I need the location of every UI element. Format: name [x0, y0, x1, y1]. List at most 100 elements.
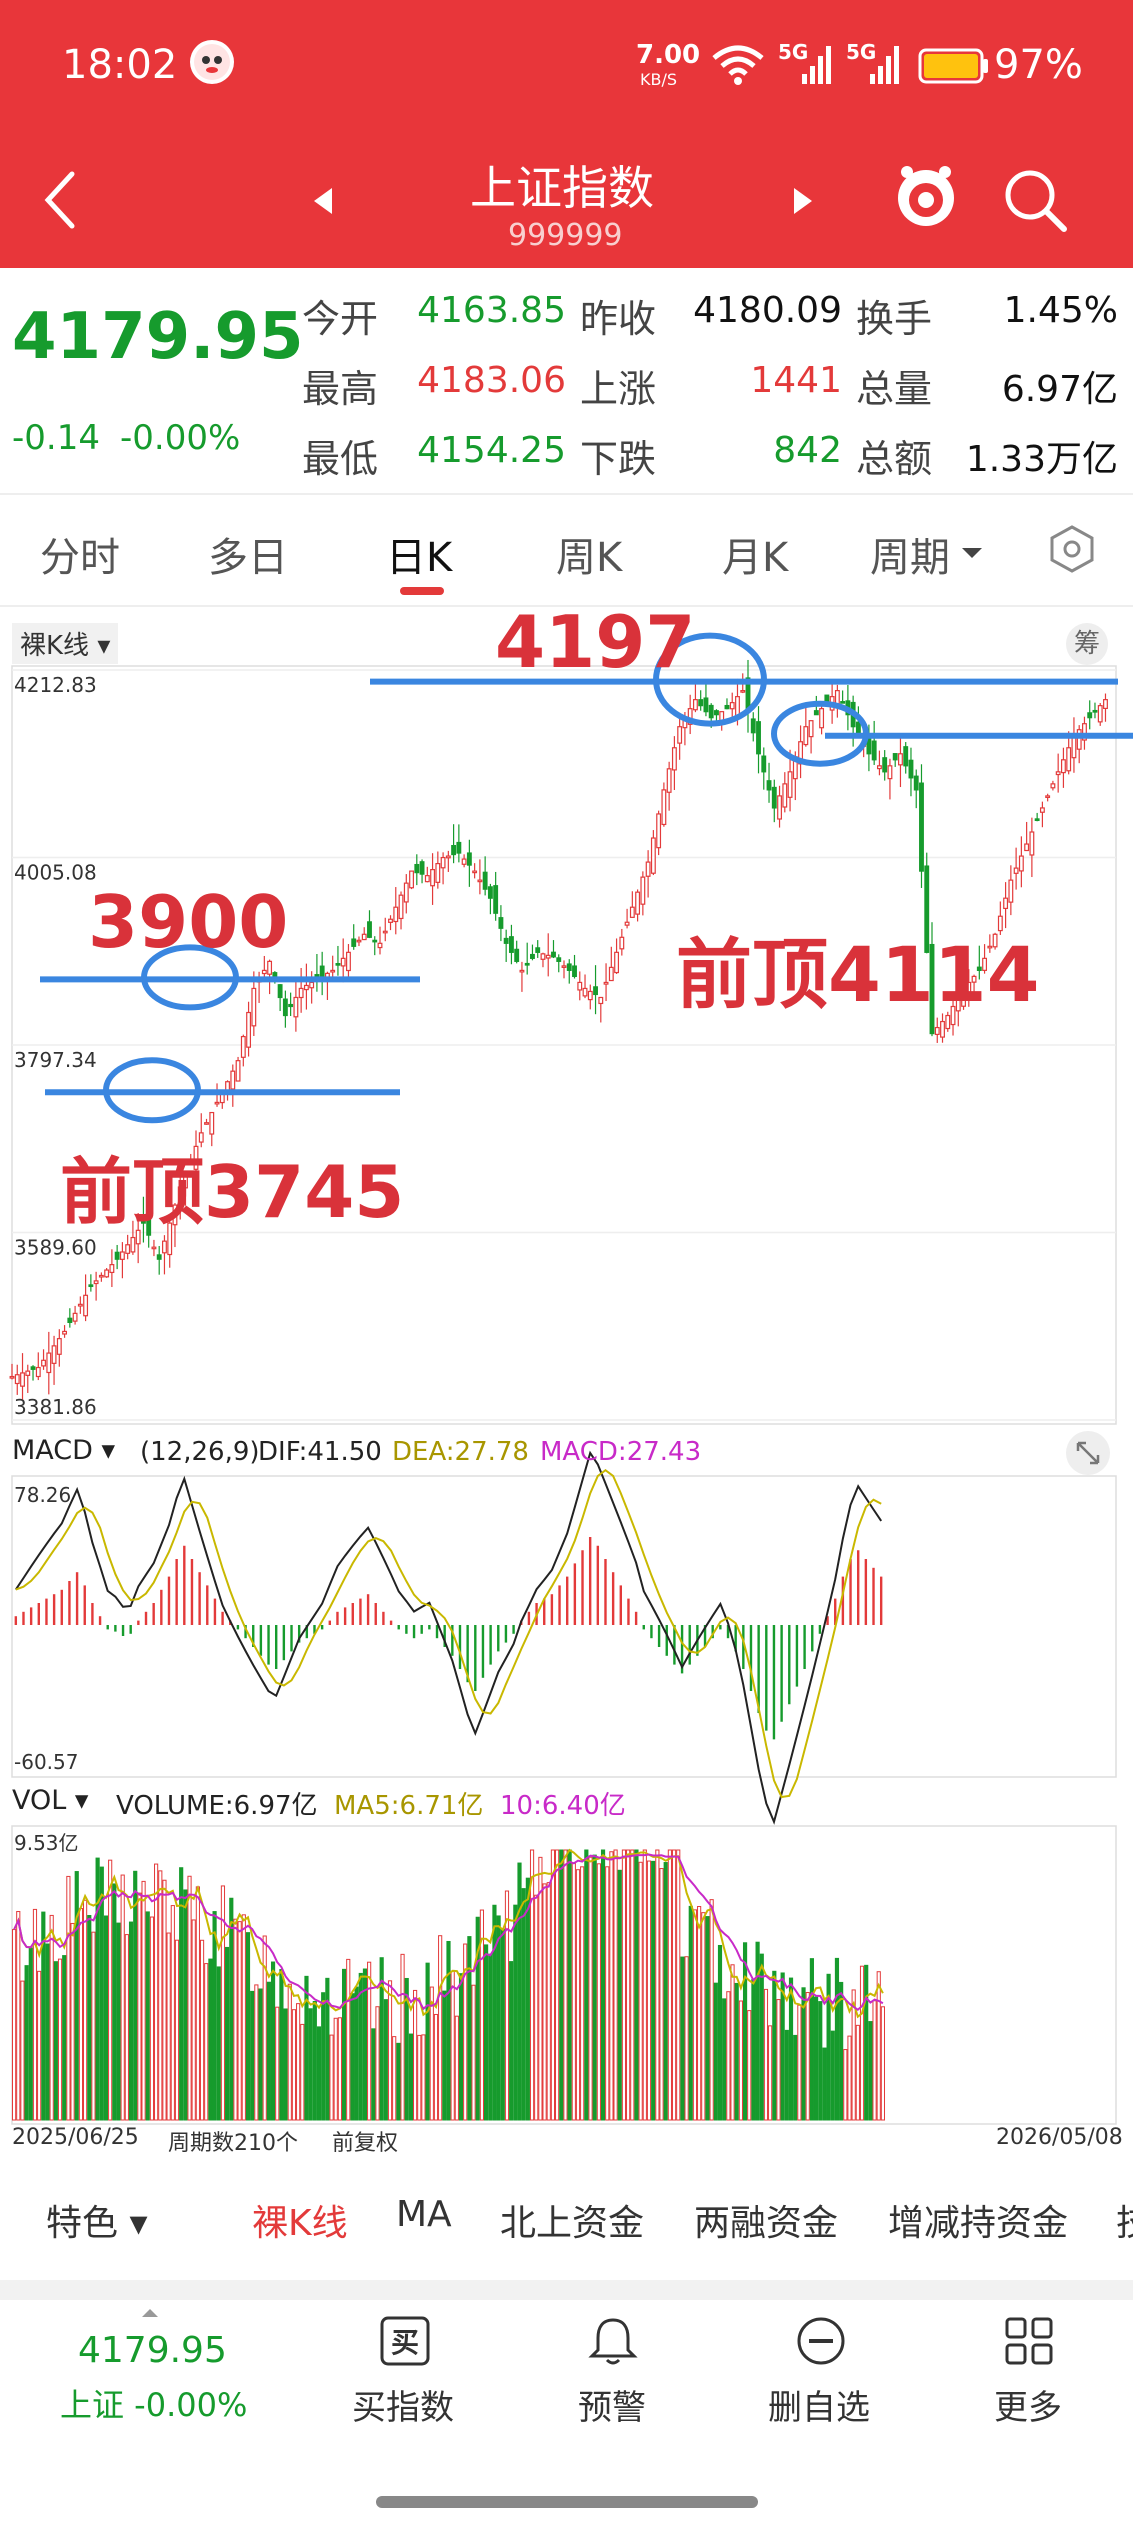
volume-bar: [671, 1849, 677, 2121]
period-tabs: 分时 多日 日K 周K 月K 周期: [0, 495, 1133, 607]
y-axis-label: 3589.60: [14, 1236, 97, 1260]
feature-tab-ma[interactable]: MA: [396, 2194, 452, 2235]
candle-body: [346, 951, 351, 972]
candle-body: [619, 936, 625, 950]
volume-bar: [12, 1929, 17, 2121]
volume-bar: [262, 1935, 267, 2121]
volume-bar: [158, 1870, 163, 2121]
candle-body: [335, 963, 341, 966]
nav-buy-label[interactable]: 买指数: [352, 2380, 454, 2429]
volume-bar: [291, 2009, 297, 2121]
tab-zhouk[interactable]: 周K: [556, 525, 622, 583]
candle-body: [572, 965, 577, 978]
feature-tab-holdings[interactable]: 增减持资金: [888, 2194, 1068, 2246]
candle-body: [650, 837, 656, 874]
volume-bar: [834, 1957, 840, 2121]
macd-selector[interactable]: MACD ▾: [12, 1435, 115, 1466]
chip-button[interactable]: 筹: [1066, 623, 1108, 665]
quote-value: 1441: [750, 360, 842, 401]
candle-body: [514, 948, 520, 962]
candle-body: [356, 939, 362, 943]
candle-body: [1039, 807, 1045, 813]
tab-yuek[interactable]: 月K: [722, 525, 788, 583]
candle-body: [398, 894, 404, 920]
volume-bar: [74, 1871, 79, 2121]
volume-bar: [279, 1969, 284, 2121]
back-icon[interactable]: [40, 168, 80, 236]
search-icon[interactable]: [1000, 165, 1070, 239]
volume-bar: [784, 2029, 789, 2121]
volume-bar: [250, 1990, 255, 2121]
feature-tab-special[interactable]: 特色 ▾: [46, 2194, 148, 2246]
tab-zhouqi[interactable]: 周期: [870, 525, 950, 583]
vol-selector[interactable]: VOL ▾: [12, 1785, 88, 1816]
kline-selector[interactable]: 裸K线 ▾: [12, 623, 119, 664]
feature-tab-more[interactable]: 技: [1116, 2194, 1133, 2246]
nav-more-label[interactable]: 更多: [994, 2380, 1062, 2429]
volume-bar: [651, 1860, 656, 2121]
volume-bar: [333, 2017, 338, 2121]
candle-body: [677, 726, 683, 744]
candle-body: [372, 939, 378, 943]
expand-icon[interactable]: [1066, 1431, 1110, 1475]
current-price: 4179.95: [12, 300, 304, 374]
candle-body: [819, 708, 825, 729]
volume-bar: [855, 2024, 860, 2121]
volume-bar: [722, 1998, 727, 2121]
volume-bar: [768, 2025, 773, 2121]
nav-alert-label[interactable]: 预警: [578, 2380, 646, 2429]
volume-bar: [300, 2023, 305, 2121]
tab-fenshi[interactable]: 分时: [40, 525, 120, 583]
price-change-pct: -0.00%: [120, 418, 241, 458]
buy-icon[interactable]: 买: [378, 2314, 432, 2372]
volume-bar: [396, 2042, 401, 2121]
tab-rik[interactable]: 日K: [386, 525, 452, 583]
volume-bar: [521, 1888, 526, 2121]
quote-value: 6.97亿: [1001, 369, 1118, 410]
candle-body: [1092, 709, 1098, 713]
tab-duori[interactable]: 多日: [208, 525, 288, 583]
candle-body: [661, 789, 667, 826]
candle-body: [319, 965, 325, 978]
volume-bar: [592, 1854, 597, 2121]
y-axis-label: 4005.08: [14, 861, 97, 885]
candle-body: [282, 998, 288, 1017]
end-date: 2026/05/08: [996, 2125, 1123, 2150]
candle-body: [104, 1269, 110, 1278]
kline-chart[interactable]: 4212.83 4005.08 3797.34 3589.60 3381.86 4197 3…: [0, 600, 1133, 2170]
quote-value: 4183.06: [417, 360, 566, 401]
feature-tab-northbound[interactable]: 北上资金: [500, 2194, 644, 2246]
mascot-icon[interactable]: [893, 158, 959, 242]
candle-body: [293, 996, 299, 1018]
candle-body: [461, 858, 467, 865]
volume-bar: [538, 1856, 543, 2121]
settings-hex-icon[interactable]: [1046, 523, 1098, 579]
candle-body: [566, 963, 572, 971]
candle-body: [519, 969, 525, 973]
bell-icon[interactable]: [586, 2314, 640, 2372]
volume-bar: [655, 1849, 660, 2121]
candle-body: [1060, 759, 1066, 774]
volume-bar: [500, 1928, 505, 2121]
prev-stock-icon[interactable]: [312, 186, 334, 220]
quote-value: 4154.25: [417, 430, 566, 471]
candle-body: [582, 987, 588, 997]
volume-bar: [266, 1981, 271, 2121]
kline-selector-label: 裸K线: [20, 631, 90, 661]
volume-bar: [659, 1868, 664, 2121]
grid-icon[interactable]: [1002, 2314, 1056, 2372]
candle-body: [934, 1026, 940, 1036]
next-stock-icon[interactable]: [792, 186, 814, 220]
candle-body: [803, 726, 809, 746]
nav-remove-label[interactable]: 删自选: [768, 2380, 870, 2429]
feature-tab-margin[interactable]: 两融资金: [694, 2194, 838, 2246]
candle-body: [340, 957, 346, 967]
feature-tab-naked-k[interactable]: 裸K线: [252, 2194, 348, 2246]
minus-circle-icon[interactable]: [794, 2314, 848, 2372]
candle-body: [25, 1370, 31, 1376]
volume-bar: [663, 1862, 668, 2121]
candle-body: [750, 718, 756, 734]
volume-bar: [321, 1992, 326, 2121]
volume-bar: [559, 1849, 564, 2121]
volume-bar: [738, 2000, 743, 2121]
